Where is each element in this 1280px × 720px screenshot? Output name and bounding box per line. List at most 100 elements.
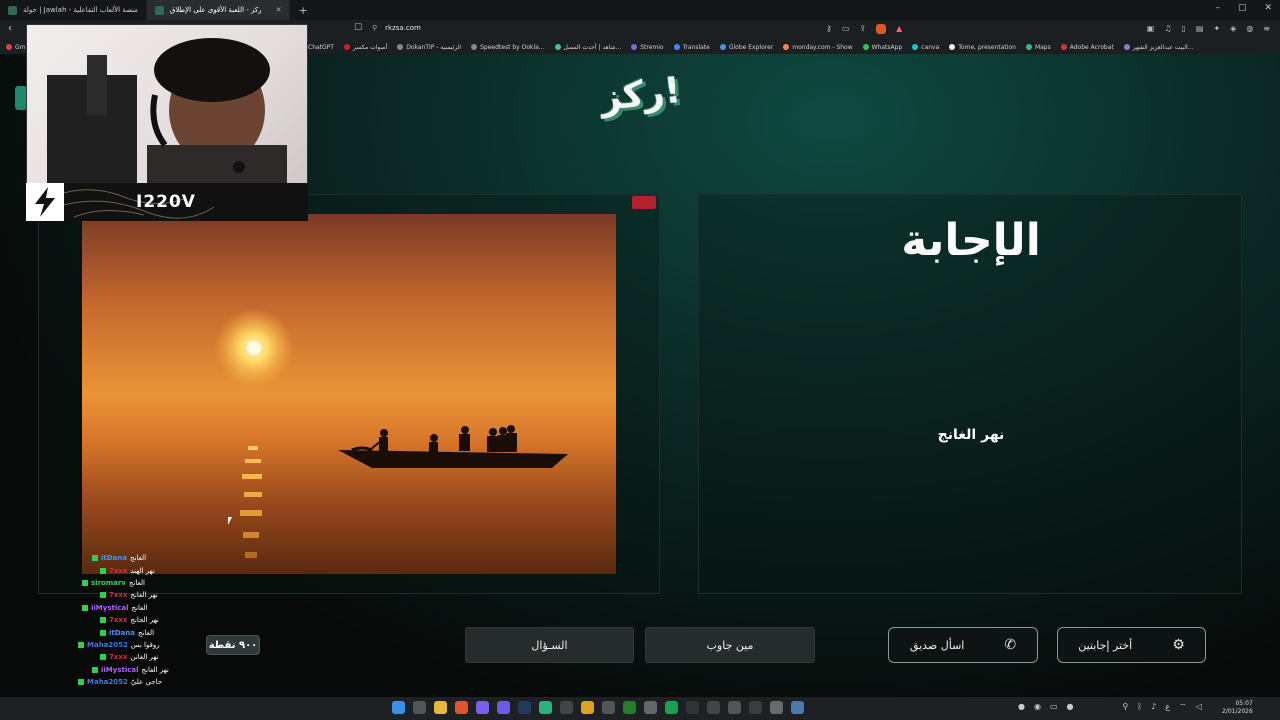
tray-icon[interactable]: ◉: [1034, 702, 1041, 712]
bookmark-item[interactable]: Globe Explorer: [719, 44, 773, 51]
app-icon[interactable]: [539, 701, 552, 714]
start-icon[interactable]: [392, 701, 405, 714]
leo-icon[interactable]: ✦: [1213, 24, 1220, 33]
settings-icon[interactable]: [770, 701, 783, 714]
chat-text: نهر الجانج: [130, 616, 159, 625]
bookmark-label: البيت عبدالعزيز الشهر...: [1132, 43, 1194, 51]
rakkez-logo: ركز!: [593, 65, 688, 130]
app-icon[interactable]: [602, 701, 615, 714]
warning-icon[interactable]: ▲: [896, 24, 902, 34]
who-answered-button[interactable]: مين جاوب: [645, 627, 815, 663]
mic-icon[interactable]: ♪: [1151, 702, 1156, 712]
site-info-icon[interactable]: ⚲: [372, 24, 377, 32]
chat-username: 7xxx: [109, 653, 128, 662]
file-explorer-icon[interactable]: [434, 701, 447, 714]
key-icon[interactable]: ⚷: [826, 24, 832, 34]
tray-icon[interactable]: ●: [1067, 702, 1074, 712]
streamer-name: I220V: [136, 192, 196, 212]
bookmark-item[interactable]: monday.com - Show: [783, 44, 853, 51]
tab-rakkez[interactable]: ركز - اللعبة الأقوى على الإطلاق ✕: [146, 0, 291, 20]
brave-shield-icon[interactable]: [876, 24, 887, 34]
chat-badge-icon: [92, 666, 98, 673]
app-icon[interactable]: [749, 701, 762, 714]
app-icon[interactable]: [476, 701, 489, 714]
question-button-label: السـؤال: [531, 638, 568, 652]
sunset-boat-image: [82, 214, 616, 574]
new-tab-button[interactable]: +: [290, 4, 315, 17]
url-text[interactable]: rkzsa.com: [385, 24, 421, 32]
brave-icon[interactable]: [455, 701, 468, 714]
bookmark-item[interactable]: canva: [912, 44, 939, 51]
choose-two-answers-label: أختر إجابتين: [1078, 638, 1133, 652]
bookmark-label: canva: [921, 43, 940, 51]
chat-badge-icon: [100, 654, 106, 661]
extensions-icon[interactable]: ▣: [1147, 24, 1155, 33]
app-icon[interactable]: [728, 701, 741, 714]
question-button[interactable]: السـؤال: [465, 627, 634, 663]
tab-jawlah[interactable]: جولة | Jawlah - منصة الألعاب التفاعلية: [0, 0, 147, 20]
choose-two-answers-button[interactable]: أختر إجابتين ⚙: [1057, 627, 1206, 663]
spotify-icon[interactable]: [665, 701, 678, 714]
discord-icon[interactable]: [497, 701, 510, 714]
bookmark-item[interactable]: Translate: [673, 44, 710, 51]
bookmark-item[interactable]: Maps: [1025, 44, 1051, 51]
close-tab-icon[interactable]: ✕: [276, 6, 282, 14]
back-icon[interactable]: ‹: [8, 23, 12, 34]
app-icon[interactable]: [686, 701, 699, 714]
steam-icon[interactable]: [518, 701, 531, 714]
chat-message: 7xxx نهر الغانج: [78, 589, 218, 601]
tray-icon[interactable]: ●: [1018, 702, 1025, 712]
menu-icon[interactable]: ≡: [1263, 24, 1270, 33]
wallet-icon[interactable]: ▤: [1196, 24, 1204, 33]
bookmark-item[interactable]: WhatsApp: [862, 44, 902, 51]
bookmark-item[interactable]: Adobe Acrobat: [1060, 44, 1114, 51]
volume-icon[interactable]: ◁: [1196, 702, 1202, 712]
app-icon[interactable]: [560, 701, 573, 714]
cast-icon[interactable]: ▭: [842, 24, 850, 34]
chat-text: حاجي عليّ: [130, 678, 163, 687]
bookmark-item[interactable]: Stremio: [631, 43, 664, 51]
bookmark-item[interactable]: أصوات مكسر: [343, 43, 388, 51]
bookmark-gmail[interactable]: Gmi: [6, 44, 27, 51]
share-icon[interactable]: ⇪: [859, 24, 866, 34]
restore-button[interactable]: ▢: [1238, 3, 1247, 13]
app-icon[interactable]: [707, 701, 720, 714]
app-icon[interactable]: [581, 701, 594, 714]
bookmark-item[interactable]: Speedtest by Ookla...: [471, 44, 545, 51]
bookmark-item[interactable]: شاهد | أحدث المسل...: [554, 44, 621, 51]
close-window-button[interactable]: ✕: [1264, 3, 1272, 13]
bookmark-label: Stremio: [640, 43, 664, 51]
sidebar-icon[interactable]: ▯: [1181, 24, 1185, 33]
minimize-button[interactable]: –: [1215, 3, 1220, 13]
bookmark-item[interactable]: DokanTIP - الرئيسية: [397, 44, 461, 51]
music-icon[interactable]: ♫: [1164, 24, 1171, 33]
tray-icon[interactable]: ▭: [1050, 702, 1058, 712]
chat-badge-icon: [82, 579, 88, 586]
taskbar-clock[interactable]: 05:07 2/01/2026: [1222, 700, 1253, 716]
timer-badge-icon: [632, 196, 656, 209]
chat-text: نهر الغانج: [130, 591, 158, 600]
app-icon[interactable]: [644, 701, 657, 714]
app-icon[interactable]: [791, 701, 804, 714]
chat-message: Maha2052 حاجي عليّ: [78, 676, 218, 688]
who-answered-label: مين جاوب: [706, 638, 754, 652]
vpn-icon[interactable]: ◈: [1230, 24, 1236, 33]
search-icon[interactable]: [413, 701, 426, 714]
bookmark-label: أصوات مكسر: [352, 43, 388, 51]
url-field[interactable]: ⚲ rkzsa.com: [372, 24, 421, 32]
bluetooth-icon[interactable]: ᛒ: [1137, 702, 1142, 712]
xbox-icon[interactable]: [623, 701, 636, 714]
ask-friend-button[interactable]: اسأل صديق ✆: [888, 627, 1038, 663]
chat-message: Maha2052 روقوا بس: [78, 639, 218, 651]
chat-text: الغانج: [130, 554, 147, 563]
wifi-icon[interactable]: ⌔: [1179, 702, 1187, 712]
bookmark-item[interactable]: Tome, presentation: [949, 44, 1016, 51]
chat-username: Maha2052: [87, 640, 128, 649]
profile-icon[interactable]: ◍: [1246, 24, 1253, 33]
bookmark-item[interactable]: ChatGPT: [308, 44, 334, 51]
taskbar-apps: [392, 701, 804, 714]
bookmark-item[interactable]: البيت عبدالعزيز الشهر...: [1123, 43, 1194, 51]
language-icon[interactable]: ع: [1165, 702, 1170, 712]
bookmark-star-icon[interactable]: ☐: [354, 23, 362, 33]
tray-icon[interactable]: ⚲: [1123, 702, 1129, 712]
